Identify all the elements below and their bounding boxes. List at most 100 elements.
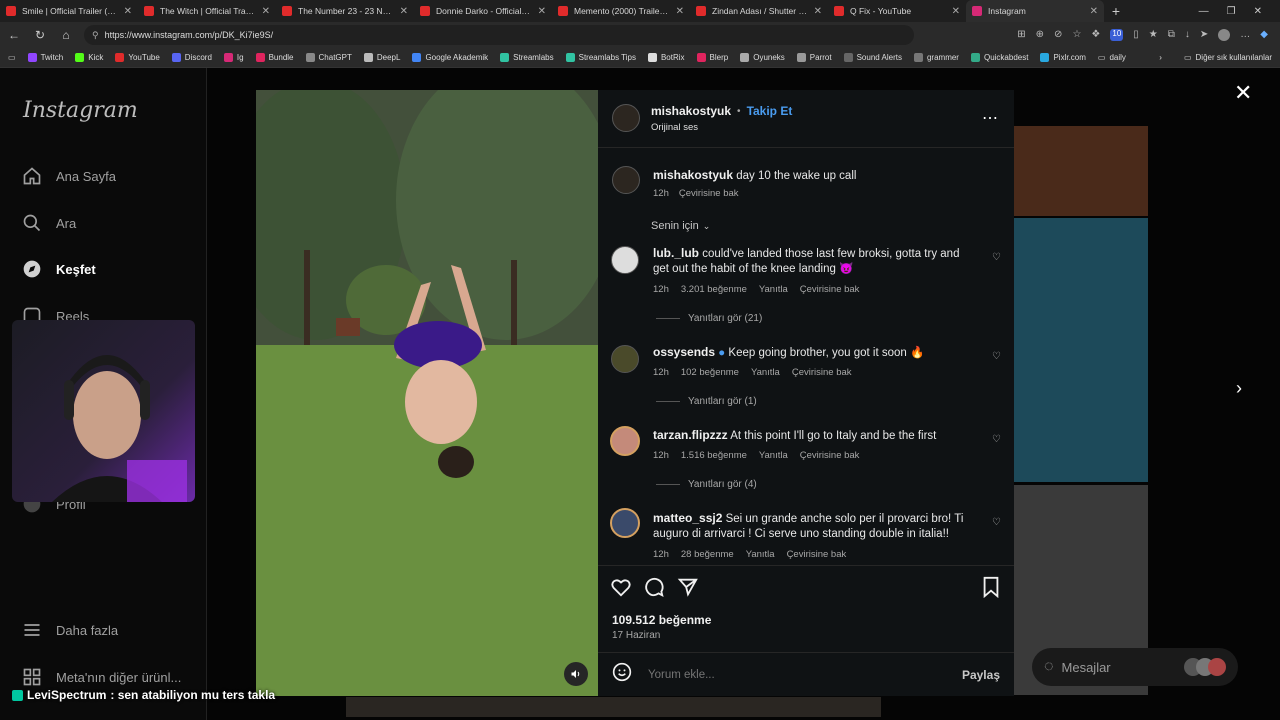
comment-avatar[interactable] [610, 508, 640, 538]
audio-label[interactable]: Orijinal ses [651, 122, 698, 133]
bookmark-item[interactable]: Kick [75, 53, 103, 62]
close-tab-icon[interactable]: ✕ [262, 6, 270, 17]
mute-toggle-button[interactable] [564, 662, 588, 686]
bookmark-item[interactable]: Bundle [255, 53, 294, 62]
reply-link[interactable]: Yanıtla [759, 284, 788, 295]
translate-link[interactable]: Çevirisine bak [792, 367, 852, 378]
sort-dropdown[interactable]: Senin için ⌄ [651, 220, 710, 232]
view-replies-button[interactable]: Yanıtları gör (4) [656, 479, 757, 490]
explore-tile[interactable] [1014, 218, 1148, 482]
url-field[interactable]: ⚲ https://www.instagram.com/p/DK_Ki7ie9S… [84, 25, 914, 45]
next-post-chevron-icon[interactable]: › [1236, 378, 1242, 399]
bookmark-item[interactable]: Blerp [696, 53, 728, 62]
bookmark-item[interactable]: BotRix [647, 53, 685, 62]
close-modal-icon[interactable]: ✕ [1234, 80, 1252, 106]
close-tab-icon[interactable]: ✕ [538, 6, 546, 17]
comment-username[interactable]: tarzan.flipzzz [653, 428, 728, 442]
caption-username[interactable]: mishakostyuk [653, 168, 733, 182]
comment-likes[interactable]: 3.201 beğenme [681, 284, 747, 295]
reel-video[interactable] [256, 90, 598, 696]
close-tab-icon[interactable]: ✕ [124, 6, 132, 17]
author-avatar[interactable] [612, 104, 640, 132]
browser-tab-6[interactable]: Zindan Adası / Shutter Islan ✕ [690, 0, 828, 22]
bookmark-item[interactable]: Oyuneks [740, 53, 785, 62]
comment-icon[interactable] [643, 576, 665, 603]
close-tab-icon[interactable]: ✕ [952, 6, 960, 17]
bookmark-item[interactable]: Sound Alerts [843, 53, 902, 62]
sidebar-item-home[interactable]: Ana Sayfa [22, 166, 116, 186]
explore-tile[interactable] [346, 697, 881, 717]
zoom-icon[interactable]: ⊕ [1036, 29, 1044, 41]
maximize-icon[interactable]: ❐ [1227, 6, 1236, 17]
favorite-star-icon[interactable]: ☆ [1072, 29, 1081, 41]
split-screen-icon[interactable]: ▯ [1133, 29, 1139, 41]
emoji-icon[interactable] [612, 662, 632, 687]
comment-input[interactable] [646, 667, 948, 682]
bookmark-item[interactable]: Pixlr.com [1040, 53, 1086, 62]
close-tab-icon[interactable]: ✕ [400, 6, 408, 17]
install-app-icon[interactable]: ⊞ [1017, 29, 1025, 41]
browser-tab-8[interactable]: Instagram ✕ [966, 0, 1104, 22]
close-window-icon[interactable]: ✕ [1254, 6, 1262, 17]
bookmark-item[interactable]: Twitch [27, 53, 63, 62]
caption-avatar[interactable] [612, 166, 640, 194]
favorites-icon[interactable]: ★ [1149, 29, 1158, 41]
comment-likes[interactable]: 1.516 beğenme [681, 450, 747, 461]
comment-likes[interactable]: 28 beğenme [681, 549, 734, 560]
bookmark-item[interactable]: DeepL [363, 53, 400, 62]
bookmark-item[interactable]: grammer [913, 53, 959, 62]
browser-tab-7[interactable]: Q Fix - YouTube ✕ [828, 0, 966, 22]
reply-link[interactable]: Yanıtla [746, 549, 775, 560]
browser-tab-4[interactable]: Donnie Darko - Official Trail ✕ [414, 0, 552, 22]
more-options-icon[interactable]: ⋯ [982, 108, 998, 128]
like-count[interactable]: 109.512 beğenme [612, 613, 711, 627]
bookmark-item[interactable]: Streamlabs [500, 53, 554, 62]
minimize-icon[interactable]: — [1199, 6, 1209, 17]
other-bookmarks-folder[interactable]: › ▭ Diğer sık kullanılanlar [1159, 53, 1272, 62]
bookmark-item[interactable]: Ig [223, 53, 244, 62]
translate-link[interactable]: Çevirisine bak [800, 450, 860, 461]
like-comment-icon[interactable]: ♡ [992, 351, 1001, 362]
like-comment-icon[interactable]: ♡ [992, 434, 1001, 445]
bookmark-folder[interactable]: ▭ daily [1098, 53, 1126, 62]
save-bookmark-icon[interactable] [981, 576, 1001, 603]
explore-tile[interactable] [1014, 126, 1148, 216]
translate-link[interactable]: Çevirisine bak [787, 549, 847, 560]
comment-username[interactable]: matteo_ssj2 [653, 511, 722, 525]
tracking-icon[interactable]: ⊘ [1054, 29, 1062, 41]
translate-link[interactable]: Çevirisine bak [800, 284, 860, 295]
comment-likes[interactable]: 102 beğenme [681, 367, 739, 378]
reply-link[interactable]: Yanıtla [759, 450, 788, 461]
close-tab-icon[interactable]: ✕ [1090, 6, 1098, 17]
sidebar-item-search[interactable]: Ara [22, 213, 76, 233]
close-tab-icon[interactable]: ✕ [814, 6, 822, 17]
comment-avatar[interactable] [611, 345, 639, 373]
extension-badge[interactable]: 10 [1110, 29, 1124, 41]
comment-avatar[interactable] [610, 426, 640, 456]
instagram-logo[interactable]: Instagram [23, 98, 138, 123]
browser-tab-1[interactable]: Smile | Official Trailer (2022 ✕ [0, 0, 138, 22]
site-info-icon[interactable]: ⚲ [92, 30, 99, 41]
comment-username[interactable]: lub._lub [653, 246, 699, 260]
sidebar-item-meta[interactable]: Meta'nın diğer ürünl... [22, 667, 181, 687]
comment-username[interactable]: ossysends [653, 345, 715, 359]
bookmark-item[interactable]: Google Akademik [412, 53, 488, 62]
follow-button[interactable]: Takip Et [747, 104, 793, 118]
like-comment-icon[interactable]: ♡ [992, 252, 1001, 263]
new-tab-button[interactable]: + [1104, 3, 1128, 19]
share-icon[interactable] [677, 576, 699, 603]
browser-tab-3[interactable]: The Number 23 - 23 Numa ✕ [276, 0, 414, 22]
post-comment-button[interactable]: Paylaş [962, 668, 1000, 682]
close-tab-icon[interactable]: ✕ [676, 6, 684, 17]
translate-link[interactable]: Çevirisine bak [679, 188, 739, 199]
comment-avatar[interactable] [611, 246, 639, 274]
bookmark-item[interactable]: Discord [171, 53, 212, 62]
share-icon[interactable]: ➤ [1200, 29, 1208, 41]
extensions-icon[interactable]: ❖ [1091, 29, 1100, 41]
messages-button[interactable]: ◌ Mesajlar [1032, 648, 1238, 686]
menu-icon[interactable]: … [1240, 29, 1250, 41]
like-icon[interactable] [610, 576, 632, 603]
browser-tab-2[interactable]: The Witch | Official Trailer H ✕ [138, 0, 276, 22]
collections-icon[interactable]: ⧉ [1168, 29, 1175, 41]
bookmark-item[interactable]: ChatGPT [305, 53, 352, 62]
